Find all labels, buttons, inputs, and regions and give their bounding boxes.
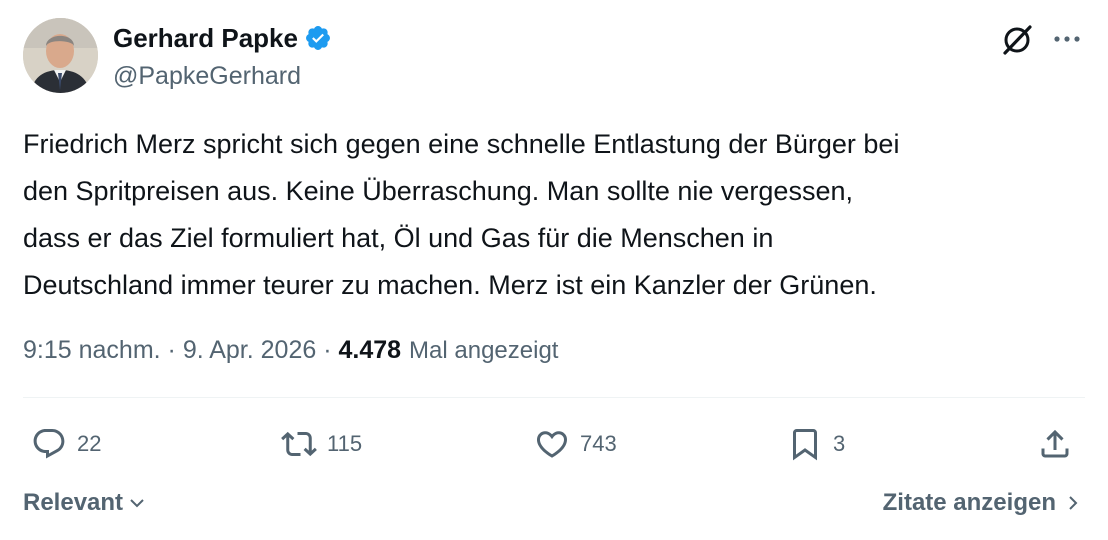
- retweet-icon: [281, 431, 317, 457]
- like-icon: [536, 431, 568, 458]
- avatar[interactable]: [23, 18, 98, 93]
- share-button[interactable]: [1037, 424, 1073, 464]
- more-icon[interactable]: [1050, 24, 1084, 54]
- share-icon: [1041, 429, 1069, 458]
- tweet-text: Friedrich Merz spricht sich gegen eine s…: [23, 129, 900, 300]
- meta-separator: ·: [316, 336, 339, 364]
- grok-icon[interactable]: [999, 22, 1035, 58]
- verified-badge-icon[interactable]: [304, 24, 332, 52]
- retweet-count: 115: [327, 431, 363, 456]
- bookmark-icon: [793, 429, 817, 461]
- author-name-row: Gerhard Papke: [113, 22, 332, 54]
- like-count: 743: [580, 431, 617, 456]
- reply-icon: [33, 429, 65, 459]
- tweet-time[interactable]: 9:15 nachm.: [23, 332, 161, 368]
- sort-dropdown[interactable]: Relevant: [23, 486, 147, 520]
- author-handle[interactable]: @PapkeGerhard: [113, 60, 301, 92]
- sort-label: Relevant: [23, 489, 124, 516]
- view-quotes-link[interactable]: Zitate anzeigen: [883, 486, 1080, 520]
- like-button[interactable]: 743: [534, 424, 617, 464]
- views-label: Mal angezeigt: [409, 337, 559, 364]
- bookmark-count: 3: [833, 431, 846, 456]
- tweet-meta: 9:15 nachm. · 9. Apr. 2026 · 4.478 Mal a…: [23, 332, 558, 369]
- divider: [23, 397, 1085, 398]
- views-count: 4.478: [338, 336, 402, 364]
- author-display-name[interactable]: Gerhard Papke: [113, 22, 298, 54]
- bookmark-button[interactable]: 3: [787, 424, 845, 464]
- retweet-button[interactable]: 115: [281, 424, 362, 464]
- chevron-right-icon: [1069, 496, 1078, 510]
- chevron-down-icon: [130, 499, 144, 508]
- reply-button[interactable]: 22: [31, 424, 101, 464]
- tweet-date[interactable]: 9. Apr. 2026: [183, 332, 316, 368]
- meta-separator: ·: [160, 336, 183, 364]
- quotes-label: Zitate anzeigen: [882, 489, 1056, 516]
- reply-count: 22: [77, 431, 102, 456]
